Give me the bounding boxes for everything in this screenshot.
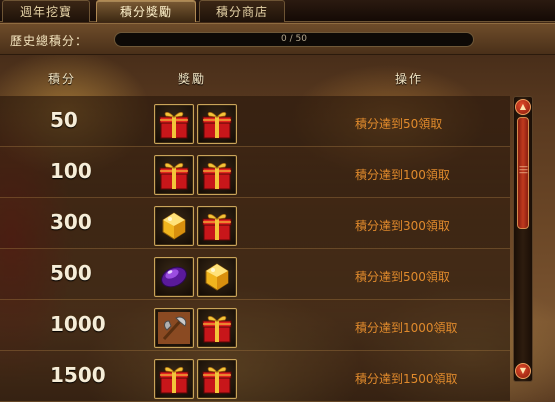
claim-reward-link[interactable]: 積分達到300領取 [355, 217, 450, 234]
claim-reward-link[interactable]: 積分達到500領取 [355, 268, 450, 285]
reward-slot[interactable] [154, 155, 194, 195]
column-header-points: 積分 [48, 72, 77, 86]
scroll-thumb[interactable]: — — — [517, 117, 529, 229]
tab-bar: 週年挖寶 積分獎勵 積分商店 [0, 0, 555, 22]
points-progress-bar: 0 / 50 [114, 32, 474, 47]
reward-row: 100 積分達到100領取 [0, 147, 510, 198]
scroll-down-button[interactable]: ▼ [515, 363, 531, 379]
claim-reward-link[interactable]: 積分達到1000領取 [355, 319, 458, 336]
reward-slot[interactable] [197, 104, 237, 144]
reward-row: 1000 積分達到1000領取 [0, 300, 510, 351]
scrollbar[interactable]: ▲ — — — ▼ [513, 96, 533, 382]
points-value: 300 [50, 210, 92, 234]
tab-points-shop[interactable]: 積分商店 [199, 0, 285, 22]
reward-slot[interactable] [154, 257, 194, 297]
points-value: 500 [50, 261, 92, 285]
history-points-bar: 歷史總積分： 0 / 50 [0, 23, 555, 55]
points-value: 1500 [50, 363, 106, 387]
claim-reward-link[interactable]: 積分達到100領取 [355, 166, 450, 183]
reward-list: 50 積分達到50領取 100 積分達到100領取 300 積分達到300領取 500 積分達… [0, 96, 510, 402]
reward-slot[interactable] [154, 206, 194, 246]
points-value: 1000 [50, 312, 106, 336]
history-points-label: 歷史總積分： [10, 34, 89, 48]
reward-slot[interactable] [197, 308, 237, 348]
tab-anniversary-dig[interactable]: 週年挖寶 [2, 0, 90, 22]
claim-reward-link[interactable]: 積分達到50領取 [355, 115, 442, 132]
tab-points-reward[interactable]: 積分獎勵 [96, 0, 196, 22]
reward-row: 50 積分達到50領取 [0, 96, 510, 147]
claim-reward-link[interactable]: 積分達到1500領取 [355, 370, 458, 387]
reward-slot[interactable] [197, 155, 237, 195]
reward-slot[interactable] [197, 359, 237, 399]
reward-row: 500 積分達到500領取 [0, 249, 510, 300]
reward-row: 300 積分達到300領取 [0, 198, 510, 249]
reward-slot[interactable] [154, 308, 194, 348]
points-value: 100 [50, 159, 92, 183]
scroll-up-button[interactable]: ▲ [515, 99, 531, 115]
reward-slot[interactable] [154, 104, 194, 144]
column-header-action: 操作 [395, 72, 424, 86]
reward-row: 1500 積分達到1500領取 [0, 351, 510, 402]
reward-slot[interactable] [197, 206, 237, 246]
points-value: 50 [50, 108, 78, 132]
reward-slot[interactable] [154, 359, 194, 399]
points-progress-text: 0 / 50 [281, 34, 307, 44]
column-header-reward: 獎勵 [178, 72, 207, 86]
reward-slot[interactable] [197, 257, 237, 297]
grip-icon: — — — [519, 162, 528, 178]
